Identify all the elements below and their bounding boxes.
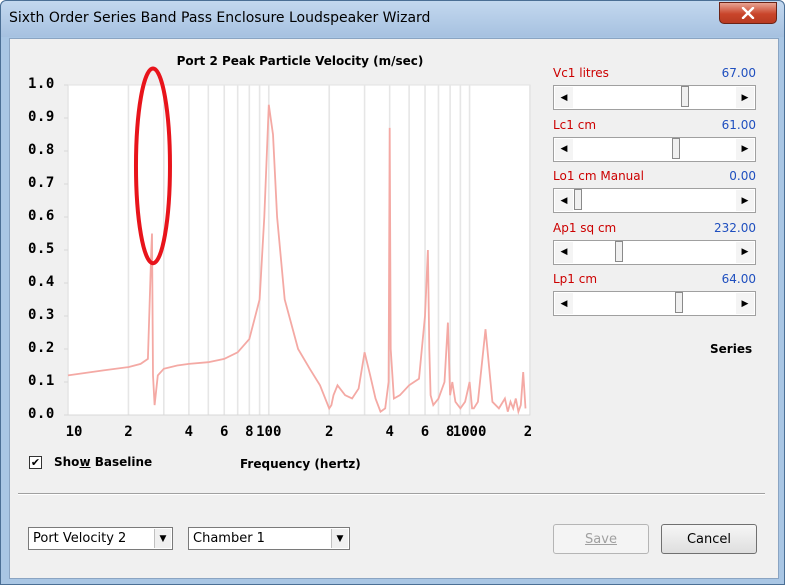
y-tick-label: 0.9 <box>28 109 55 125</box>
scroll-left-arrow-icon[interactable]: ◀ <box>555 241 573 263</box>
x-tick-label: 10 <box>65 424 83 440</box>
slider-thumb[interactable] <box>681 86 690 107</box>
slider-track[interactable] <box>574 137 735 160</box>
x-tick-label: 100 <box>256 424 282 440</box>
x-tick-label: 4 <box>385 424 394 440</box>
velocity-select-value: Port Velocity 2 <box>33 531 127 546</box>
chevron-down-icon[interactable]: ▼ <box>331 529 348 548</box>
param-slider[interactable]: ◀ ▶ <box>553 85 756 110</box>
y-tick-label: 0.6 <box>28 208 55 224</box>
scroll-right-arrow-icon[interactable]: ▶ <box>736 190 754 211</box>
param-label: Lc1 cm <box>553 117 597 132</box>
show-baseline-option[interactable]: ✔ Show Baseline <box>29 455 152 469</box>
x-axis-label: Frequency (hertz) <box>240 457 361 471</box>
slider-thumb[interactable] <box>574 189 582 210</box>
scroll-left-arrow-icon[interactable]: ◀ <box>555 138 573 160</box>
show-baseline-checkbox[interactable]: ✔ <box>29 455 42 469</box>
param-value: 232.00 <box>714 220 756 235</box>
scroll-right-arrow-icon[interactable]: ▶ <box>736 138 754 160</box>
x-tick-label: 6 <box>220 424 229 440</box>
param-value: 67.00 <box>721 66 756 80</box>
slider-thumb[interactable] <box>615 240 624 262</box>
scroll-right-arrow-icon[interactable]: ▶ <box>736 87 754 108</box>
param-label: Lo1 cm Manual <box>553 169 644 183</box>
y-tick-label: 0.5 <box>28 241 55 257</box>
slider-thumb[interactable] <box>671 137 680 159</box>
velocity-select[interactable]: Port Velocity 2 ▼ <box>28 527 173 550</box>
x-tick-label: 2 <box>124 424 133 440</box>
cancel-button[interactable]: Cancel <box>661 524 757 554</box>
param-slider[interactable]: ◀ ▶ <box>553 291 756 316</box>
y-tick-label: 0.1 <box>28 373 55 389</box>
x-tick-label: 2 <box>523 424 533 440</box>
param-label: Lp1 cm <box>553 272 598 286</box>
scroll-left-arrow-icon[interactable]: ◀ <box>555 190 573 211</box>
param-value: 64.00 <box>721 272 756 286</box>
x-tick-label: 1000 <box>452 424 487 440</box>
x-tick-label: 8 <box>245 424 254 440</box>
chamber-select-value: Chamber 1 <box>193 531 265 546</box>
show-baseline-label: Show Baseline <box>54 455 153 469</box>
slider-track[interactable] <box>574 86 735 108</box>
scroll-left-arrow-icon[interactable]: ◀ <box>555 293 573 314</box>
x-tick-label: 2 <box>325 424 334 440</box>
param-label: Ap1 sq cm <box>553 220 617 235</box>
scroll-left-arrow-icon[interactable]: ◀ <box>555 87 573 108</box>
series-label: Series <box>710 342 753 356</box>
chamber-select[interactable]: Chamber 1 ▼ <box>188 527 350 550</box>
slider-track[interactable] <box>574 240 735 263</box>
y-tick-label: 0.8 <box>28 142 55 158</box>
chevron-down-icon[interactable]: ▼ <box>154 529 171 548</box>
scroll-right-arrow-icon[interactable]: ▶ <box>736 241 754 263</box>
slider-thumb[interactable] <box>674 292 683 313</box>
separator <box>18 493 765 495</box>
param-value: 0.00 <box>729 169 756 183</box>
x-tick-label: 4 <box>184 424 194 440</box>
save-button[interactable]: Save <box>553 524 649 554</box>
y-tick-label: 0.2 <box>28 340 55 356</box>
param-label: Vc1 litres <box>553 66 609 80</box>
y-tick-label: 0.4 <box>28 274 55 290</box>
scroll-right-arrow-icon[interactable]: ▶ <box>736 293 754 314</box>
param-value: 61.00 <box>721 117 756 132</box>
y-tick-label: 0.0 <box>28 406 55 422</box>
slider-track[interactable] <box>574 189 735 211</box>
y-tick-label: 1.0 <box>28 76 55 92</box>
checkmark-icon: ✔ <box>30 455 41 469</box>
param-slider[interactable]: ◀ ▶ <box>553 239 756 265</box>
slider-track[interactable] <box>574 292 735 314</box>
x-tick-label: 6 <box>420 424 430 440</box>
y-tick-label: 0.7 <box>28 175 55 191</box>
param-slider[interactable]: ◀ ▶ <box>553 136 756 162</box>
param-slider[interactable]: ◀ ▶ <box>553 188 756 213</box>
y-tick-label: 0.3 <box>28 307 55 323</box>
